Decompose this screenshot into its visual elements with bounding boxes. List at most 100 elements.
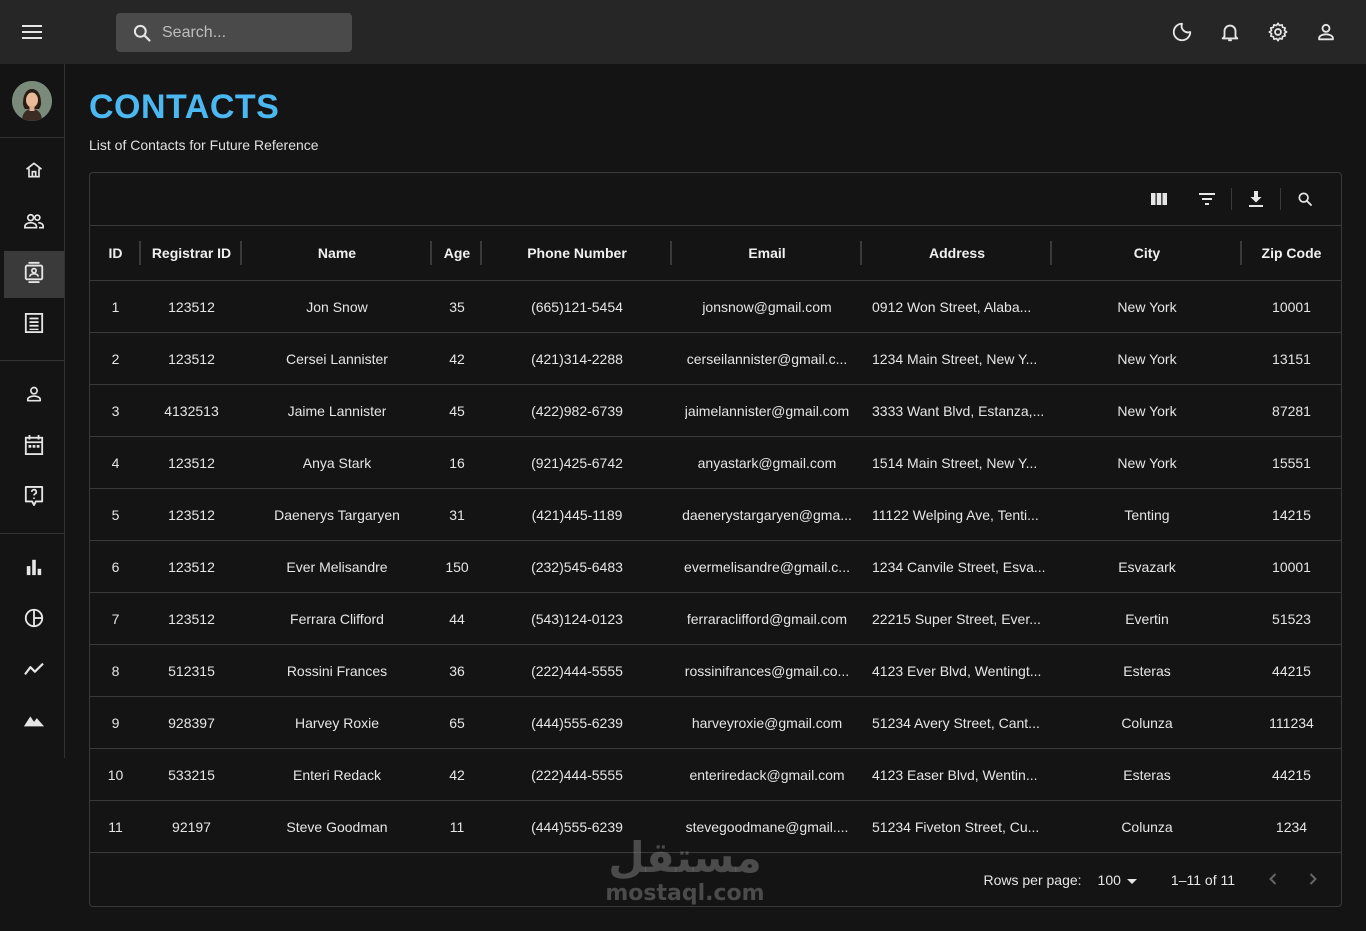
column-header-phone[interactable]: Phone Number xyxy=(482,226,672,280)
table-row[interactable]: 5 123512 Daenerys Targaryen 31 (421)445-1189… xyxy=(90,489,1341,541)
cell-city[interactable]: New York xyxy=(1052,281,1242,332)
cell-age[interactable]: 45 xyxy=(432,385,482,436)
cell-age[interactable]: 11 xyxy=(432,801,482,852)
cell-email[interactable]: daenerystargaryen@gma... xyxy=(672,489,862,540)
column-header-city[interactable]: City xyxy=(1052,226,1242,280)
cell-id[interactable]: 9 xyxy=(90,697,141,748)
cell-name[interactable]: Jaime Lannister xyxy=(242,385,432,436)
cell-phone[interactable]: (444)555-6239 xyxy=(482,801,672,852)
cell-zip[interactable]: 1234 xyxy=(1242,801,1341,852)
cell-name[interactable]: Daenerys Targaryen xyxy=(242,489,432,540)
cell-zip[interactable]: 87281 xyxy=(1242,385,1341,436)
gear-icon[interactable] xyxy=(1266,20,1290,44)
cell-registrar-id[interactable]: 123512 xyxy=(141,489,242,540)
cell-email[interactable]: enteriredack@gmail.com xyxy=(672,749,862,800)
cell-name[interactable]: Anya Stark xyxy=(242,437,432,488)
cell-id[interactable]: 4 xyxy=(90,437,141,488)
column-header-email[interactable]: Email xyxy=(672,226,862,280)
cell-address[interactable]: 51234 Fiveton Street, Cu... xyxy=(862,801,1052,852)
cell-address[interactable]: 1514 Main Street, New Y... xyxy=(862,437,1052,488)
cell-email[interactable]: cerseilannister@gmail.c... xyxy=(672,333,862,384)
cell-address[interactable]: 4123 Easer Blvd, Wentin... xyxy=(862,749,1052,800)
sidebar-item-contacts[interactable] xyxy=(4,251,64,298)
cell-registrar-id[interactable]: 123512 xyxy=(141,333,242,384)
cell-registrar-id[interactable]: 928397 xyxy=(141,697,242,748)
table-row[interactable]: 11 92197 Steve Goodman 11 (444)555-6239 steve… xyxy=(90,801,1341,853)
sidebar-item-profile-form[interactable] xyxy=(4,373,64,420)
menu-icon[interactable] xyxy=(20,20,44,44)
cell-zip[interactable]: 13151 xyxy=(1242,333,1341,384)
sidebar-item-geography[interactable] xyxy=(4,699,64,746)
cell-zip[interactable]: 44215 xyxy=(1242,645,1341,696)
cell-city[interactable]: Esteras xyxy=(1052,645,1242,696)
cell-phone[interactable]: (543)124-0123 xyxy=(482,593,672,644)
cell-city[interactable]: Esvazark xyxy=(1052,541,1242,592)
cell-city[interactable]: Colunza xyxy=(1052,697,1242,748)
cell-city[interactable]: Colunza xyxy=(1052,801,1242,852)
cell-name[interactable]: Jon Snow xyxy=(242,281,432,332)
cell-address[interactable]: 51234 Avery Street, Cant... xyxy=(862,697,1052,748)
cell-address[interactable]: 1234 Main Street, New Y... xyxy=(862,333,1052,384)
previous-page-button[interactable] xyxy=(1261,868,1285,892)
cell-city[interactable]: New York xyxy=(1052,333,1242,384)
cell-name[interactable]: Steve Goodman xyxy=(242,801,432,852)
table-row[interactable]: 7 123512 Ferrara Clifford 44 (543)124-0123 fe… xyxy=(90,593,1341,645)
search-icon[interactable] xyxy=(132,22,154,44)
cell-id[interactable]: 6 xyxy=(90,541,141,592)
table-row[interactable]: 10 533215 Enteri Redack 42 (222)444-5555 ente… xyxy=(90,749,1341,801)
cell-registrar-id[interactable]: 123512 xyxy=(141,281,242,332)
column-header-zip[interactable]: Zip Code xyxy=(1242,226,1341,280)
cell-zip[interactable]: 51523 xyxy=(1242,593,1341,644)
cell-phone[interactable]: (422)982-6739 xyxy=(482,385,672,436)
cell-age[interactable]: 44 xyxy=(432,593,482,644)
cell-address[interactable]: 22215 Super Street, Ever... xyxy=(862,593,1052,644)
cell-phone[interactable]: (222)444-5555 xyxy=(482,749,672,800)
cell-registrar-id[interactable]: 92197 xyxy=(141,801,242,852)
search-input[interactable] xyxy=(162,23,342,42)
cell-zip[interactable]: 10001 xyxy=(1242,281,1341,332)
table-row[interactable]: 6 123512 Ever Melisandre 150 (232)545-6483 ev… xyxy=(90,541,1341,593)
sidebar-item-home[interactable] xyxy=(4,149,64,196)
sidebar-item-faq[interactable] xyxy=(4,475,64,522)
cell-city[interactable]: New York xyxy=(1052,437,1242,488)
cell-age[interactable]: 42 xyxy=(432,333,482,384)
column-header-id[interactable]: ID xyxy=(90,226,141,280)
cell-name[interactable]: Ever Melisandre xyxy=(242,541,432,592)
cell-phone[interactable]: (665)121-5454 xyxy=(482,281,672,332)
avatar[interactable] xyxy=(12,81,52,121)
cell-age[interactable]: 150 xyxy=(432,541,482,592)
cell-id[interactable]: 7 xyxy=(90,593,141,644)
cell-registrar-id[interactable]: 123512 xyxy=(141,437,242,488)
cell-registrar-id[interactable]: 512315 xyxy=(141,645,242,696)
cell-city[interactable]: New York xyxy=(1052,385,1242,436)
column-header-registrar-id[interactable]: Registrar ID xyxy=(141,226,242,280)
cell-phone[interactable]: (232)545-6483 xyxy=(482,541,672,592)
cell-email[interactable]: evermelisandre@gmail.c... xyxy=(672,541,862,592)
cell-address[interactable]: 3333 Want Blvd, Estanza,... xyxy=(862,385,1052,436)
sidebar-item-team[interactable] xyxy=(4,200,64,247)
table-row[interactable]: 4 123512 Anya Stark 16 (921)425-6742 anyastar… xyxy=(90,437,1341,489)
cell-id[interactable]: 2 xyxy=(90,333,141,384)
cell-email[interactable]: jaimelannister@gmail.com xyxy=(672,385,862,436)
cell-zip[interactable]: 14215 xyxy=(1242,489,1341,540)
cell-address[interactable]: 11122 Welping Ave, Tenti... xyxy=(862,489,1052,540)
cell-address[interactable]: 1234 Canvile Street, Esva... xyxy=(862,541,1052,592)
bell-icon[interactable] xyxy=(1218,20,1242,44)
cell-id[interactable]: 8 xyxy=(90,645,141,696)
cell-name[interactable]: Cersei Lannister xyxy=(242,333,432,384)
filter-icon[interactable] xyxy=(1195,187,1219,211)
cell-phone[interactable]: (921)425-6742 xyxy=(482,437,672,488)
column-header-address[interactable]: Address xyxy=(862,226,1052,280)
table-row[interactable]: 9 928397 Harvey Roxie 65 (444)555-6239 harvey… xyxy=(90,697,1341,749)
cell-email[interactable]: ferraraclifford@gmail.com xyxy=(672,593,862,644)
cell-age[interactable]: 31 xyxy=(432,489,482,540)
sidebar-item-line-chart[interactable] xyxy=(4,648,64,695)
sidebar-item-calendar[interactable] xyxy=(4,424,64,471)
cell-registrar-id[interactable]: 533215 xyxy=(141,749,242,800)
cell-email[interactable]: rossinifrances@gmail.co... xyxy=(672,645,862,696)
cell-id[interactable]: 1 xyxy=(90,281,141,332)
cell-age[interactable]: 65 xyxy=(432,697,482,748)
cell-age[interactable]: 16 xyxy=(432,437,482,488)
rows-per-page-select[interactable]: 100 xyxy=(1098,872,1137,888)
cell-phone[interactable]: (222)444-5555 xyxy=(482,645,672,696)
